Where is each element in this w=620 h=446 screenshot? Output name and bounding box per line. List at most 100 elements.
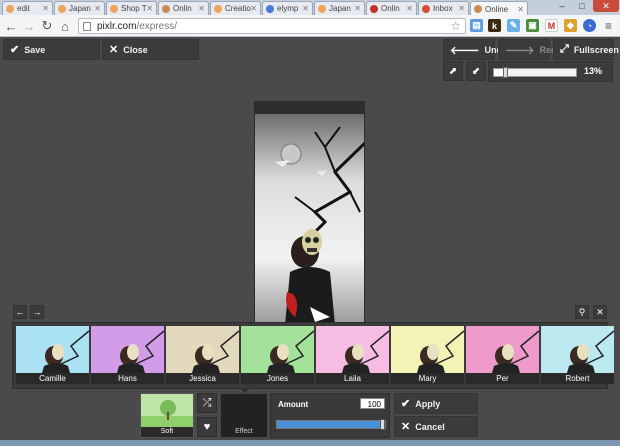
extension-icon-2[interactable]: k (488, 19, 501, 32)
tab-favicon-icon (110, 4, 118, 13)
redo-button[interactable]: 🡒 Redo (498, 39, 562, 60)
effect-name: Camille (16, 373, 89, 384)
arrow-right-icon: → (32, 307, 42, 317)
fullscreen-button[interactable]: ⤢ Fullscreen (553, 39, 619, 60)
tab-label: edit (17, 4, 30, 13)
browser-tab[interactable]: Japan ✕ (314, 1, 365, 15)
effect-name: Robert (541, 373, 614, 384)
forward-arrow-icon[interactable]: → (21, 18, 37, 34)
effect-preview-image (541, 326, 614, 373)
scroll-right-button[interactable]: → (30, 305, 44, 319)
tab-close-icon[interactable]: ✕ (406, 4, 413, 13)
extension-icon-6[interactable]: ◔ (583, 19, 596, 32)
effect-preview[interactable]: Effect (220, 393, 268, 438)
apply-label: Apply (415, 398, 441, 409)
close-icon: ✕ (596, 306, 604, 317)
save-button[interactable]: ✔ Save (3, 39, 100, 60)
effect-preview-image (166, 326, 239, 373)
tab-close-icon[interactable]: ✕ (250, 4, 257, 13)
zoom-control: 13% (488, 61, 613, 82)
tab-favicon-icon (474, 5, 482, 13)
tab-label: Onlin (173, 4, 192, 13)
effect-thumbnail[interactable]: Laila (316, 326, 389, 384)
effect-thumbnail[interactable]: Jones (241, 326, 314, 384)
effect-thumbnail[interactable]: Per (466, 326, 539, 384)
tab-close-icon[interactable]: ✕ (94, 4, 101, 13)
browser-tab[interactable]: elymp ✕ (262, 1, 313, 15)
zoom-slider-handle[interactable] (502, 67, 508, 78)
effect-label: Effect (235, 428, 253, 435)
maximize-button[interactable]: □ (572, 0, 592, 12)
browser-tab[interactable]: Shop T ✕ (106, 1, 157, 15)
browser-tab[interactable]: Online ✕ (470, 1, 528, 16)
browser-tab[interactable]: Japan ✕ (54, 1, 105, 15)
tab-close-icon[interactable]: ✕ (198, 4, 205, 13)
gmail-icon[interactable]: M (545, 19, 558, 32)
zoom-fit-button[interactable]: ⬈ (443, 61, 463, 81)
close-icon: ✕ (401, 421, 411, 433)
effect-thumbnail[interactable]: Jessica (166, 326, 239, 384)
image-canvas[interactable] (254, 101, 365, 324)
browser-tab[interactable]: Creatio ✕ (210, 1, 261, 15)
tab-favicon-icon (58, 4, 66, 13)
effect-preview-image (16, 326, 89, 373)
extension-icon-5[interactable]: ◆ (564, 19, 577, 32)
tab-close-icon[interactable]: ✕ (354, 4, 361, 13)
favorite-button[interactable]: ♥ (197, 417, 217, 437)
tab-label: elymp (277, 4, 299, 13)
extension-icon-3[interactable]: ✎ (507, 19, 520, 32)
zoom-slider[interactable] (493, 67, 577, 78)
address-bar[interactable]: pixlr.com/express/ ☆ (78, 18, 466, 34)
tab-close-icon[interactable]: ✕ (458, 4, 465, 13)
tab-label: Online (485, 4, 509, 14)
reload-icon[interactable]: ↻ (39, 18, 55, 34)
window-close-button[interactable]: ✕ (593, 0, 619, 12)
shuffle-button[interactable]: ⤮ (197, 393, 217, 413)
tab-label: Shop T (121, 4, 147, 13)
amount-input[interactable]: 100 (360, 398, 385, 409)
tab-label: Japan (69, 4, 91, 13)
browser-tab[interactable]: Onlin ✕ (366, 1, 417, 15)
menu-icon[interactable]: ≡ (602, 19, 615, 33)
browser-tab[interactable]: Inbox ✕ (418, 1, 469, 15)
zoom-actual-button[interactable]: ⬋ (466, 61, 486, 81)
extension-icon-1[interactable]: ▤ (470, 19, 483, 32)
browser-tab[interactable]: Onlin ✕ (158, 1, 209, 15)
undo-button[interactable]: 🡐 Undo (443, 39, 508, 60)
tab-close-icon[interactable]: ✕ (42, 4, 49, 13)
amount-control: Amount 100 (270, 393, 390, 438)
browser-tab[interactable]: edit ✕ (2, 1, 53, 15)
soft-effect-thumbnail[interactable]: Soft (140, 393, 194, 438)
apply-button[interactable]: ✔ Apply (394, 393, 478, 414)
shrink-icon: ⬋ (471, 65, 481, 77)
effect-name: Laila (316, 373, 389, 384)
effect-thumbnail[interactable]: Robert (541, 326, 614, 384)
url-path: /express/ (136, 20, 178, 32)
effect-preview-image (241, 326, 314, 373)
tab-close-icon[interactable]: ✕ (302, 4, 309, 13)
scroll-left-button[interactable]: ← (13, 305, 27, 319)
effect-name: Jones (241, 373, 314, 384)
tab-close-icon[interactable]: ✕ (517, 5, 524, 14)
back-arrow-icon[interactable]: ← (3, 18, 19, 34)
extension-icon-4[interactable]: ▣ (526, 19, 539, 32)
amount-slider[interactable] (276, 419, 386, 430)
minimize-button[interactable]: – (552, 0, 572, 12)
tab-close-icon[interactable]: ✕ (146, 4, 153, 13)
undo-arrow-icon: 🡐 (450, 44, 480, 57)
home-icon[interactable]: ⌂ (57, 18, 73, 34)
effect-thumbnail[interactable]: Mary (391, 326, 464, 384)
effect-thumbnail[interactable]: Camille (16, 326, 89, 384)
effect-thumbnail[interactable]: Hans (91, 326, 164, 384)
close-strip-button[interactable]: ✕ (593, 305, 607, 319)
pin-button[interactable]: ⚲ (575, 305, 589, 319)
amount-slider-handle[interactable] (380, 419, 385, 430)
cancel-button[interactable]: ✕ Cancel (394, 416, 478, 437)
close-button[interactable]: ✕ Close (102, 39, 199, 60)
pixlr-express-app: ✔ Save ✕ Close 🡐 Undo 🡒 Redo ⤢ Fullscree… (0, 38, 620, 440)
tab-favicon-icon (370, 4, 378, 13)
arrow-left-icon: ← (15, 307, 25, 317)
effect-name: Hans (91, 373, 164, 384)
effect-preview-image (391, 326, 464, 373)
bookmark-star-icon[interactable]: ☆ (450, 19, 461, 33)
